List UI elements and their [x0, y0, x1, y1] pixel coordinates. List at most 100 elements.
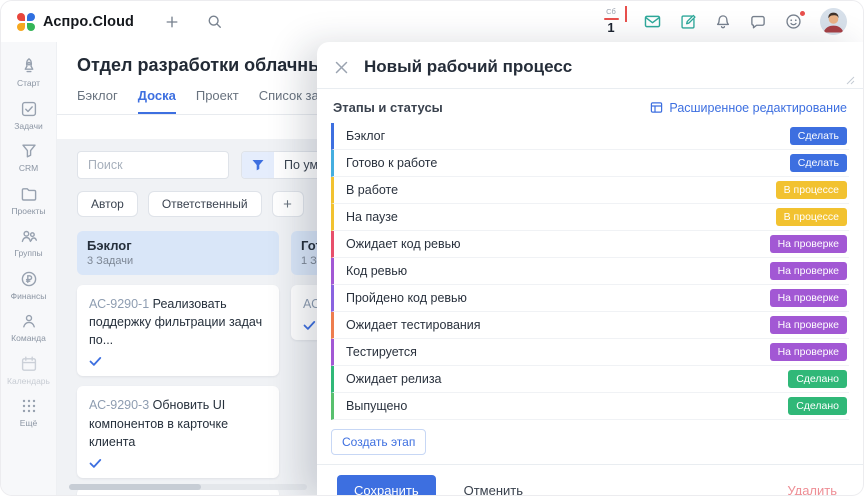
stage-badge[interactable]: На проверке: [770, 289, 847, 307]
create-stage-button[interactable]: Создать этап: [331, 429, 426, 455]
funnel-icon: [19, 141, 39, 161]
stage-badge[interactable]: Сделано: [788, 370, 847, 388]
notifications-bell-icon[interactable]: [714, 13, 732, 31]
close-icon[interactable]: [335, 61, 348, 74]
date-number: 1: [607, 21, 614, 35]
column-count: 3 Задачи: [87, 255, 269, 267]
resize-handle-icon[interactable]: [846, 76, 855, 85]
stage-badge[interactable]: На проверке: [770, 262, 847, 280]
sidebar-label: Календарь: [7, 377, 50, 386]
global-search-icon[interactable]: [206, 13, 223, 30]
stage-list: Бэклог Сделать Готово к работе Сделать В…: [317, 123, 863, 420]
sidebar-label: CRM: [19, 164, 38, 173]
cancel-button[interactable]: Отменить: [458, 482, 529, 496]
workflow-modal: Новый рабочий процесс Этапы и статусы Ра…: [317, 42, 863, 495]
stage-badge[interactable]: Сделать: [790, 154, 847, 172]
stage-name: Выпущено: [346, 399, 407, 413]
scrollbar-thumb[interactable]: [69, 484, 201, 490]
stage-row[interactable]: Ожидает код ревью На проверке: [331, 231, 849, 258]
advanced-editing-label: Расширенное редактирование: [669, 101, 847, 115]
filter-funnel-icon: [242, 152, 274, 178]
horizontal-scrollbar[interactable]: [69, 484, 307, 490]
today-indicator: [625, 6, 627, 22]
task-id: АС-9290-1: [89, 297, 149, 311]
sidebar-item-projects[interactable]: Проекты: [1, 179, 56, 222]
person-icon: [19, 311, 39, 331]
stage-badge[interactable]: Сделать: [790, 127, 847, 145]
stage-badge[interactable]: Сделано: [788, 397, 847, 415]
save-button[interactable]: Сохранить: [337, 475, 436, 496]
stage-name: Пройдено код ревью: [346, 291, 467, 305]
stage-row[interactable]: Ожидает тестирования На проверке: [331, 312, 849, 339]
sidebar-item-start[interactable]: Старт: [1, 51, 56, 94]
sidebar-item-groups[interactable]: Группы: [1, 221, 56, 264]
stage-row[interactable]: Выпущено Сделано: [331, 393, 849, 420]
notification-dot: [799, 10, 806, 17]
user-avatar[interactable]: [820, 8, 847, 35]
topbar: Аспро.Cloud Сб 1: [1, 1, 863, 42]
stage-badge[interactable]: На проверке: [770, 235, 847, 253]
sidebar-item-calendar[interactable]: Календарь: [1, 349, 56, 392]
ruble-coin-icon: [19, 269, 39, 289]
tasks-check-icon: [19, 99, 39, 119]
stage-name: Тестируется: [346, 345, 417, 359]
sidebar-item-crm[interactable]: CRM: [1, 136, 56, 179]
rocket-icon: [19, 56, 39, 76]
calendar-date-widget[interactable]: Сб 1: [600, 8, 622, 35]
sidebar-label: Старт: [17, 79, 40, 88]
sidebar-label: Ещё: [20, 419, 37, 428]
search-input[interactable]: [77, 151, 229, 179]
check-icon: [89, 458, 267, 469]
stage-name: В работе: [346, 183, 398, 197]
stage-badge[interactable]: В процессе: [776, 181, 847, 199]
sidebar-item-more[interactable]: Ещё: [1, 391, 56, 434]
stage-badge[interactable]: На проверке: [770, 316, 847, 334]
chip-assignee[interactable]: Ответственный: [148, 191, 262, 217]
sidebar-item-team[interactable]: Команда: [1, 306, 56, 349]
stage-row[interactable]: Ожидает релиза Сделано: [331, 366, 849, 393]
sidebar-item-tasks[interactable]: Задачи: [1, 94, 56, 137]
stage-row[interactable]: Код ревью На проверке: [331, 258, 849, 285]
mail-icon[interactable]: [643, 12, 662, 31]
stage-name: Готово к работе: [346, 156, 437, 170]
edit-note-icon[interactable]: [679, 13, 697, 31]
stage-name: На паузе: [346, 210, 398, 224]
stage-name: Код ревью: [346, 264, 407, 278]
stage-row[interactable]: Тестируется На проверке: [331, 339, 849, 366]
stage-row[interactable]: В работе В процессе: [331, 177, 849, 204]
create-plus-icon[interactable]: [164, 14, 180, 30]
chip-author[interactable]: Автор: [77, 191, 138, 217]
tab-project[interactable]: Проект: [196, 88, 239, 114]
stage-badge[interactable]: На проверке: [770, 343, 847, 361]
tab-board[interactable]: Доска: [138, 88, 176, 114]
column-title: Бэклог: [87, 238, 269, 253]
sidebar-item-finance[interactable]: Финансы: [1, 264, 56, 307]
calendar-icon: [19, 354, 39, 374]
sidebar-label: Задачи: [14, 122, 43, 131]
column-header[interactable]: Бэклог 3 Задачи: [77, 231, 279, 275]
delete-button[interactable]: Удалить: [781, 482, 843, 496]
stage-row[interactable]: Готово к работе Сделать: [331, 150, 849, 177]
task-card[interactable]: АС-9290-3 Обновить UI компонентов в карт…: [77, 386, 279, 477]
tab-backlog[interactable]: Бэклог: [77, 88, 118, 114]
stage-badge[interactable]: В процессе: [776, 208, 847, 226]
brand[interactable]: Аспро.Cloud: [17, 13, 134, 31]
stage-name: Бэклог: [346, 129, 385, 143]
stage-name: Ожидает тестирования: [346, 318, 481, 332]
chat-icon[interactable]: [749, 13, 767, 31]
add-filter-chip-button[interactable]: +: [272, 191, 304, 217]
stage-name: Ожидает релиза: [346, 372, 442, 386]
column-backlog: Бэклог 3 Задачи АС-9290-1 Реализовать по…: [77, 231, 279, 495]
task-card[interactable]: АС-9290-1 Реализовать поддержку фильтрац…: [77, 285, 279, 376]
task-id: АС-9290-3: [89, 398, 149, 412]
sidebar-label: Проекты: [11, 207, 45, 216]
help-icon[interactable]: [784, 12, 803, 31]
sidebar: Старт Задачи CRM Проекты Группы Финансы …: [1, 42, 57, 495]
check-icon: [89, 356, 267, 367]
advanced-editing-link[interactable]: Расширенное редактирование: [650, 101, 847, 115]
groups-icon: [19, 226, 39, 246]
stage-row[interactable]: Пройдено код ревью На проверке: [331, 285, 849, 312]
stage-row[interactable]: На паузе В процессе: [331, 204, 849, 231]
description-field[interactable]: [317, 88, 863, 89]
stage-row[interactable]: Бэклог Сделать: [331, 123, 849, 150]
